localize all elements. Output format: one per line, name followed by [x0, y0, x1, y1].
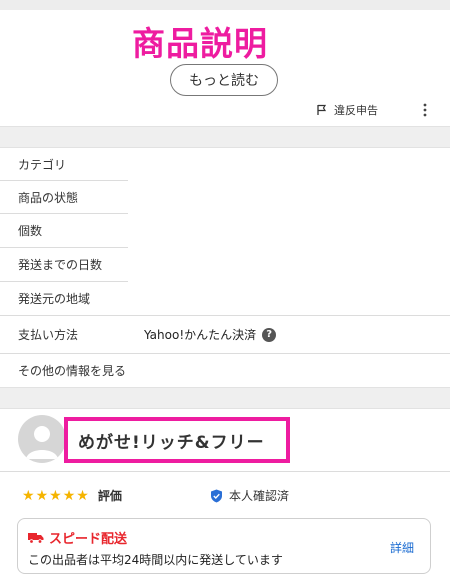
seller-name: めがせ!リッチ&フリー [78, 432, 265, 453]
seller-rating[interactable]: ★ ★ ★ ★ ★ 評価 [22, 487, 122, 504]
payment-method-text: Yahoo!かんたん決済 [144, 328, 257, 342]
detail-row-condition[interactable]: 商品の状態 [0, 181, 450, 213]
star-icon: ★ [35, 487, 49, 504]
detail-row-category[interactable]: カテゴリ [0, 147, 450, 181]
speed-title-text: スピード配送 [49, 532, 128, 547]
section-divider [0, 387, 450, 409]
detail-row-shipping-days: 発送までの日数 [0, 248, 450, 280]
detail-label: 支払い方法 [18, 328, 79, 342]
seller-avatar[interactable] [18, 415, 66, 463]
read-more-button[interactable]: もっと読む [170, 64, 278, 96]
more-options-icon[interactable] [420, 102, 430, 118]
verified-label: 本人確認済 [229, 489, 290, 503]
detail-label: その他の情報を見る [18, 364, 127, 378]
detail-label: 商品の状態 [18, 190, 79, 205]
report-violation-link[interactable]: 違反申告 [316, 102, 378, 118]
seller-name-highlight[interactable]: めがせ!リッチ&フリー [64, 417, 290, 463]
see-more-info-link[interactable]: その他の情報を見る [0, 354, 450, 387]
report-label: 違反申告 [334, 104, 378, 117]
detail-row-ship-from: 発送元の地域 [0, 282, 450, 315]
user-icon [26, 426, 58, 459]
speed-shipping-desc: この出品者は平均24時間以内に発送しています [28, 553, 283, 567]
flag-icon [317, 104, 327, 115]
star-icon: ★ [62, 487, 76, 504]
detail-label: 発送元の地域 [18, 292, 91, 306]
identity-verified-badge: 本人確認済 [210, 487, 289, 504]
truck-icon [28, 532, 44, 544]
payment-value: Yahoo!かんたん決済 ? [144, 326, 277, 343]
detail-label: 発送までの日数 [18, 257, 103, 272]
page-headline: 商品説明 [132, 24, 268, 63]
speed-shipping-title: スピード配送 [28, 528, 127, 547]
row-separator [0, 471, 450, 472]
star-icon: ★ [49, 487, 62, 504]
detail-label: カテゴリ [18, 157, 67, 172]
details-link[interactable]: 詳細 [390, 539, 414, 556]
shield-check-icon [211, 489, 222, 502]
help-icon[interactable]: ? [262, 327, 277, 342]
top-divider [0, 0, 450, 10]
star-icon: ★ [22, 487, 35, 504]
speed-shipping-card: スピード配送 この出品者は平均24時間以内に発送しています 詳細 [17, 518, 431, 574]
star-icon: ★ [76, 487, 89, 504]
detail-label: 個数 [18, 223, 43, 238]
detail-row-quantity: 個数 [0, 214, 450, 246]
detail-row-payment[interactable]: 支払い方法 Yahoo!かんたん決済 ? [0, 316, 450, 353]
rating-label: 評価 [97, 489, 122, 503]
section-divider [0, 126, 450, 148]
